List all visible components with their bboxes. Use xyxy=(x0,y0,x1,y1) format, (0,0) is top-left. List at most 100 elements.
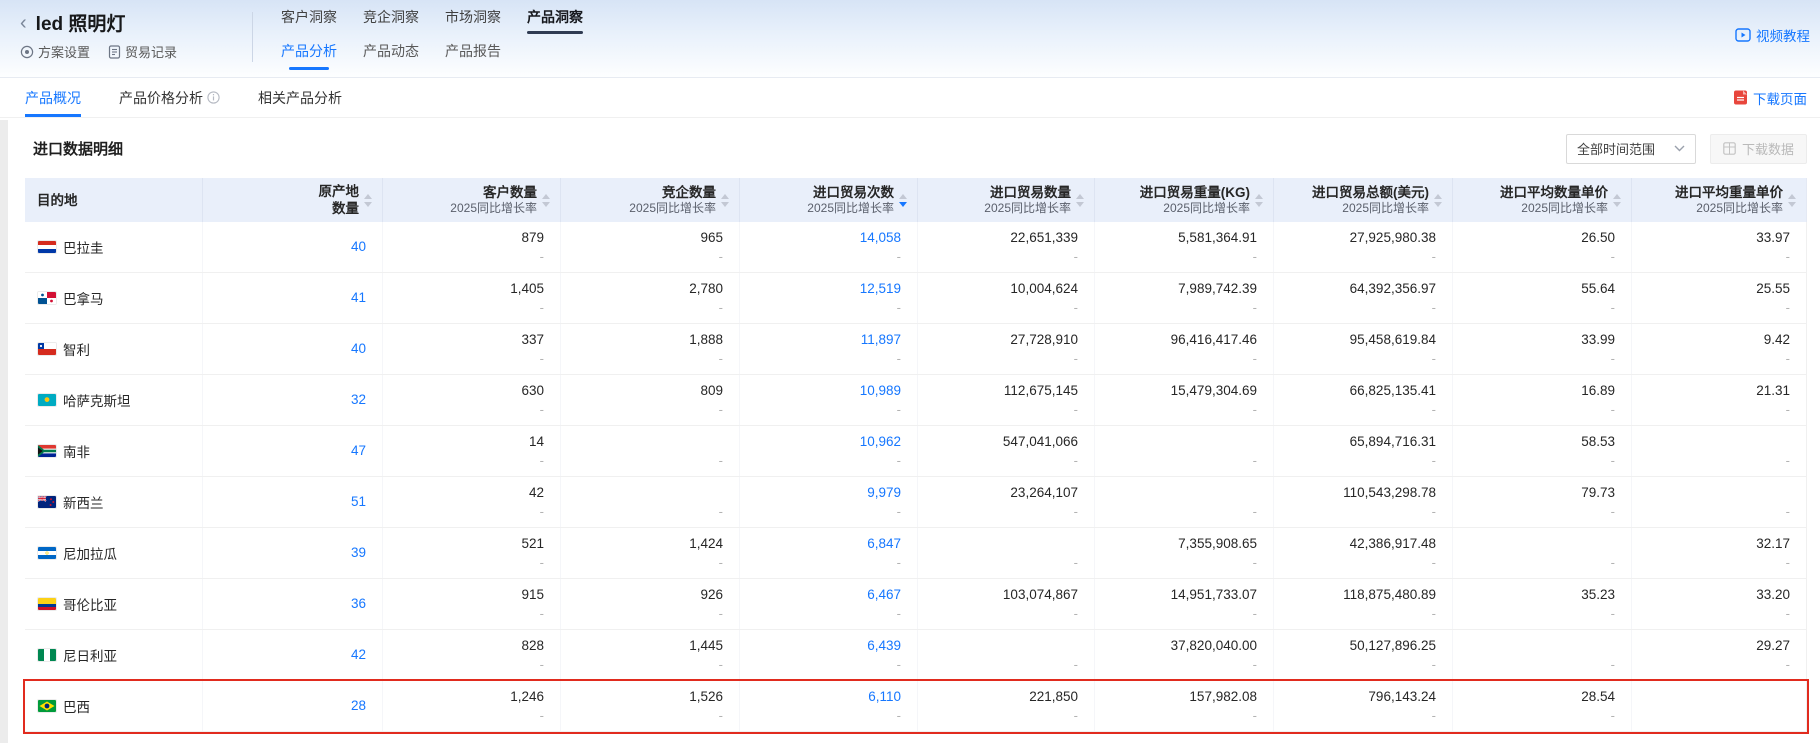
tab-product-analysis[interactable]: 产品分析 xyxy=(281,41,337,72)
cell-value[interactable]: 6,467 xyxy=(867,585,901,605)
data-cell-4: 6,847- xyxy=(740,528,918,578)
cell-value: 7,355,908.65 xyxy=(1178,534,1257,554)
table-row-paraguay[interactable]: 巴拉圭40879-965-14,058-22,651,339-5,581,364… xyxy=(25,222,1807,273)
table-row-colombia[interactable]: 哥伦比亚36915-926-6,467-103,074,867-14,951,7… xyxy=(25,579,1807,630)
origin-count-cell: 36 xyxy=(203,579,383,629)
tab-product-overview[interactable]: 产品概况 xyxy=(25,78,81,117)
destination-cell: 新西兰 xyxy=(25,477,203,527)
column-header-9[interactable]: 进口平均重量单价2025同比增长率 xyxy=(1632,178,1807,222)
origin-count-link[interactable]: 39 xyxy=(351,543,366,563)
origin-count-link[interactable]: 40 xyxy=(351,237,366,257)
sort-icon[interactable] xyxy=(1788,194,1796,207)
tab-related-product-analysis-label: 相关产品分析 xyxy=(258,88,342,108)
download-page-link[interactable]: 下载页面 xyxy=(1733,78,1807,117)
destination-cell: 尼加拉瓜 xyxy=(25,528,203,578)
sort-icon[interactable] xyxy=(1613,194,1621,207)
sort-icon[interactable] xyxy=(899,194,907,207)
destination-name: 哈萨克斯坦 xyxy=(63,390,131,410)
column-header-3[interactable]: 竞企数量2025同比增长率 xyxy=(561,178,740,222)
tab-product-trends[interactable]: 产品动态 xyxy=(363,41,419,72)
column-header-2[interactable]: 客户数量2025同比增长率 xyxy=(383,178,561,222)
data-cell-3: 926- xyxy=(561,579,740,629)
cell-value[interactable]: 6,439 xyxy=(867,636,901,656)
table-row-chile[interactable]: 智利40337-1,888-11,897-27,728,910-96,416,4… xyxy=(25,324,1807,375)
cell-value[interactable]: 12,519 xyxy=(860,279,901,299)
video-tutorial-link[interactable]: 视频教程 xyxy=(1735,25,1810,45)
data-cell-9: 33.20- xyxy=(1632,579,1807,629)
table-row-nicaragua[interactable]: 尼加拉瓜39521-1,424-6,847--7,355,908.65-42,3… xyxy=(25,528,1807,579)
cell-value[interactable]: 6,110 xyxy=(868,687,901,707)
table-row-new-zealand[interactable]: 新西兰5142--9,979-23,264,107--110,543,298.7… xyxy=(25,477,1807,528)
left-scrollbar-track[interactable] xyxy=(0,120,8,743)
sort-icon[interactable] xyxy=(1434,194,1442,207)
trade-records-button[interactable]: 贸易记录 xyxy=(108,42,177,61)
cell-value[interactable]: 6,847 xyxy=(867,534,901,554)
column-header-6[interactable]: 进口贸易重量(KG)2025同比增长率 xyxy=(1095,178,1274,222)
cell-value: 22,651,339 xyxy=(1010,228,1078,248)
tab-customer-insight[interactable]: 客户洞察 xyxy=(281,7,337,34)
column-header-7[interactable]: 进口贸易总额(美元)2025同比增长率 xyxy=(1274,178,1453,222)
origin-count-link[interactable]: 41 xyxy=(351,288,366,308)
data-cell-2: 1,405- xyxy=(383,273,561,323)
sort-icon[interactable] xyxy=(1076,194,1084,207)
destination-name: 南非 xyxy=(63,441,90,461)
scheme-settings-button[interactable]: 方案设置 xyxy=(20,42,90,61)
back-icon[interactable]: ‹ xyxy=(20,13,27,33)
sort-icon[interactable] xyxy=(364,194,372,207)
sort-icon[interactable] xyxy=(721,194,729,207)
column-header-5[interactable]: 进口贸易数量2025同比增长率 xyxy=(918,178,1095,222)
time-range-select[interactable]: 全部时间范围 xyxy=(1566,134,1696,164)
cell-growth-rate: - xyxy=(897,350,901,368)
tab-market-insight[interactable]: 市场洞察 xyxy=(445,7,501,34)
cell-growth-rate: - xyxy=(1253,656,1257,674)
table-row-kazakhstan[interactable]: 哈萨克斯坦32630-809-10,989-112,675,145-15,479… xyxy=(25,375,1807,426)
data-cell-8: 58.53- xyxy=(1453,426,1632,476)
cell-value: 27,728,910 xyxy=(1010,330,1078,350)
column-header-label: 进口平均数量单价2025同比增长率 xyxy=(1500,184,1608,216)
tab-related-product-analysis[interactable]: 相关产品分析 xyxy=(258,78,342,117)
cell-growth-rate: - xyxy=(1611,554,1615,572)
tab-product-insight[interactable]: 产品洞察 xyxy=(527,7,583,34)
cell-value[interactable]: 14,058 xyxy=(860,228,901,248)
origin-count-link[interactable]: 47 xyxy=(351,441,366,461)
cell-value: 521 xyxy=(521,534,544,554)
cell-value[interactable]: 10,962 xyxy=(860,432,901,452)
table-row-nigeria[interactable]: 尼日利亚42828-1,445-6,439--37,820,040.00-50,… xyxy=(25,630,1807,681)
origin-count-link[interactable]: 36 xyxy=(351,594,366,614)
column-header-label: 进口贸易数量2025同比增长率 xyxy=(984,184,1071,216)
tab-product-price-analysis[interactable]: 产品价格分析 xyxy=(119,78,220,117)
origin-count-link[interactable]: 28 xyxy=(351,696,366,716)
cell-value: 66,825,135.41 xyxy=(1350,381,1436,401)
cell-value[interactable]: 9,979 xyxy=(867,483,901,503)
cell-value[interactable]: 11,897 xyxy=(861,330,901,350)
cell-value[interactable]: 10,989 xyxy=(860,381,901,401)
origin-count-link[interactable]: 40 xyxy=(351,339,366,359)
origin-count-link[interactable]: 42 xyxy=(351,645,366,665)
column-header-8[interactable]: 进口平均数量单价2025同比增长率 xyxy=(1453,178,1632,222)
data-cell-8: 33.99- xyxy=(1453,324,1632,374)
tab-product-report[interactable]: 产品报告 xyxy=(445,41,501,72)
download-data-button[interactable]: 下载数据 xyxy=(1710,134,1807,164)
cell-growth-rate: - xyxy=(1611,605,1615,623)
table-row-south-africa[interactable]: 南非4714--10,962-547,041,066--65,894,716.3… xyxy=(25,426,1807,477)
table-row-brazil[interactable]: 巴西281,246-1,526-6,110-221,850-157,982.08… xyxy=(25,681,1807,732)
cell-growth-rate: - xyxy=(719,248,723,266)
tab-competitor-insight[interactable]: 竞企洞察 xyxy=(363,7,419,34)
column-header-4[interactable]: 进口贸易次数2025同比增长率 xyxy=(740,178,918,222)
data-cell-6: 7,355,908.65- xyxy=(1095,528,1274,578)
sort-icon[interactable] xyxy=(542,194,550,207)
cell-growth-rate: - xyxy=(1432,605,1436,623)
origin-count-link[interactable]: 32 xyxy=(351,390,366,410)
sort-icon[interactable] xyxy=(1255,194,1263,207)
data-cell-5: - xyxy=(918,528,1095,578)
column-header-1[interactable]: 原产地数量 xyxy=(203,178,383,222)
cell-growth-rate: - xyxy=(1253,248,1257,266)
data-cell-5: 27,728,910- xyxy=(918,324,1095,374)
origin-count-link[interactable]: 51 xyxy=(351,492,366,512)
table-row-panama[interactable]: 巴拿马411,405-2,780-12,519-10,004,624-7,989… xyxy=(25,273,1807,324)
cell-growth-rate: - xyxy=(719,605,723,623)
destination-cell: 南非 xyxy=(25,426,203,476)
destination-name: 新西兰 xyxy=(63,492,104,512)
cell-growth-rate: - xyxy=(719,299,723,317)
data-cell-6: 157,982.08- xyxy=(1095,681,1274,731)
